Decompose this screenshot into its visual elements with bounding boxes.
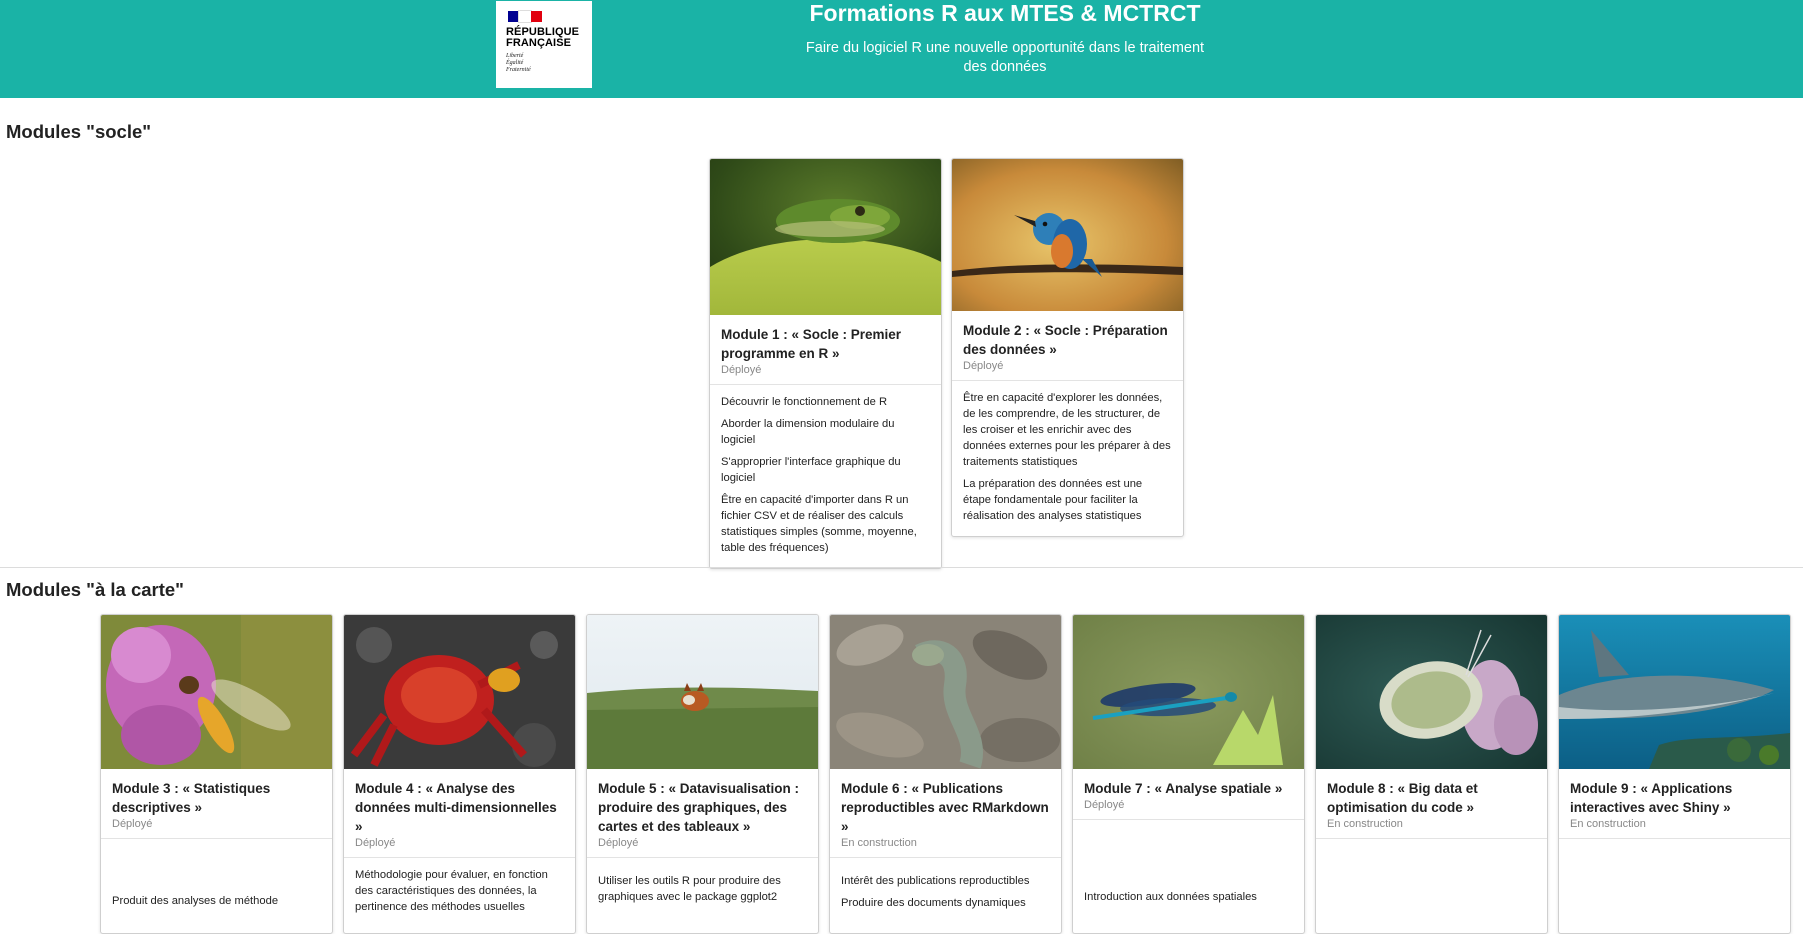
module-status: En construction — [841, 837, 917, 849]
module-title[interactable]: Module 7 : « Analyse spatiale » — [1084, 779, 1294, 798]
module-description: Utiliser les outils R pour produire des … — [587, 864, 818, 917]
module-card-7[interactable]: Module 7 : « Analyse spatiale » Déployé … — [1072, 614, 1305, 934]
module-card-3[interactable]: Module 3 : « Statistiques descriptives »… — [100, 614, 333, 934]
module-status: En construction — [1327, 818, 1403, 830]
logo-motto-text: Liberté Égalité Fraternité — [506, 53, 531, 73]
module-status: Déployé — [963, 360, 1004, 372]
logo-republique-text: RÉPUBLIQUE FRANÇAISE — [506, 26, 580, 49]
section-title-socle: Modules "socle" — [6, 121, 152, 142]
flag-red-stripe — [530, 11, 542, 22]
module-status: Déployé — [1084, 799, 1125, 811]
description-line: Découvrir le fonctionnement de R — [721, 396, 888, 408]
crab-photo — [344, 615, 575, 769]
description-line: Produire des documents dynamiques — [841, 897, 1026, 909]
republique-francaise-logo[interactable]: RÉPUBLIQUE FRANÇAISE Liberté Égalité Fra… — [496, 1, 592, 88]
site-header: RÉPUBLIQUE FRANÇAISE Liberté Égalité Fra… — [0, 0, 1803, 98]
description-line: Introduction aux données spatiales — [1084, 891, 1257, 903]
description-line: Intérêt des publications reproductibles — [841, 875, 1030, 887]
description-line: Utiliser les outils R pour produire des … — [598, 875, 781, 903]
module-status: Déployé — [721, 364, 762, 376]
module-title[interactable]: Module 1 : « Socle : Premier programme e… — [721, 325, 931, 363]
module-title[interactable]: Module 3 : « Statistiques descriptives » — [112, 779, 322, 817]
butterfly-photo — [1316, 615, 1547, 769]
fox-photo — [587, 615, 818, 769]
module-status: Déployé — [112, 818, 153, 830]
site-subtitle: Faire du logiciel R une nouvelle opportu… — [805, 40, 1205, 75]
module-title[interactable]: Module 2 : « Socle : Préparation des don… — [963, 321, 1173, 359]
flag-white-stripe — [518, 10, 532, 23]
shark-photo — [1559, 615, 1790, 769]
description-line: Être en capacité d'importer dans R un fi… — [721, 494, 917, 554]
module-card-9[interactable]: Module 9 : « Applications interactives a… — [1558, 614, 1791, 934]
flag-blue-stripe — [508, 11, 520, 22]
snake-photo — [830, 615, 1061, 769]
module-title[interactable]: Module 6 : « Publications reproductibles… — [841, 779, 1051, 836]
kingfisher-photo — [952, 159, 1183, 311]
module-card-6[interactable]: Module 6 : « Publications reproductibles… — [829, 614, 1062, 934]
module-title[interactable]: Module 4 : « Analyse des données multi-d… — [355, 779, 565, 836]
module-description: Méthodologie pour évaluer, en fonction d… — [344, 858, 575, 927]
description-line: Aborder la dimension modulaire du logici… — [721, 418, 895, 446]
description-line: Méthodologie pour évaluer, en fonction d… — [355, 869, 548, 913]
module-status: Déployé — [598, 837, 639, 849]
module-card-8[interactable]: Module 8 : « Big data et optimisation du… — [1315, 614, 1548, 934]
module-card-5[interactable]: Module 5 : « Datavisualisation : produir… — [586, 614, 819, 934]
module-description: Intérêt des publications reproductibles … — [830, 864, 1061, 923]
section-divider — [0, 567, 1803, 568]
module-title[interactable]: Module 8 : « Big data et optimisation du… — [1327, 779, 1537, 817]
site-title: Formations R aux MTES & MCTRCT — [809, 0, 1201, 26]
module-card-4[interactable]: Module 4 : « Analyse des données multi-d… — [343, 614, 576, 934]
module-status: Déployé — [355, 837, 396, 849]
module-description: Découvrir le fonctionnement de R Aborder… — [710, 385, 941, 568]
module-description: Produit des analyses de méthode — [101, 884, 332, 921]
hoverfly-photo — [101, 615, 332, 769]
flag-icon — [508, 10, 542, 23]
module-description: Être en capacité d'explorer les données,… — [952, 381, 1183, 536]
description-line: La préparation des données est une étape… — [963, 478, 1143, 522]
module-description: Introduction aux données spatiales — [1073, 880, 1304, 917]
frog-photo — [710, 159, 941, 315]
section-title-a-la-carte: Modules "à la carte" — [6, 579, 184, 600]
module-card-2[interactable]: Module 2 : « Socle : Préparation des don… — [951, 158, 1184, 537]
module-title[interactable]: Module 5 : « Datavisualisation : produir… — [598, 779, 808, 836]
module-status: En construction — [1570, 818, 1646, 830]
damselfly-photo — [1073, 615, 1304, 769]
description-line: S'approprier l'interface graphique du lo… — [721, 456, 901, 484]
description-line: Produit des analyses de méthode — [112, 895, 279, 907]
description-line: Être en capacité d'explorer les données,… — [963, 392, 1171, 468]
module-title[interactable]: Module 9 : « Applications interactives a… — [1570, 779, 1780, 817]
module-card-1[interactable]: Module 1 : « Socle : Premier programme e… — [709, 158, 942, 569]
